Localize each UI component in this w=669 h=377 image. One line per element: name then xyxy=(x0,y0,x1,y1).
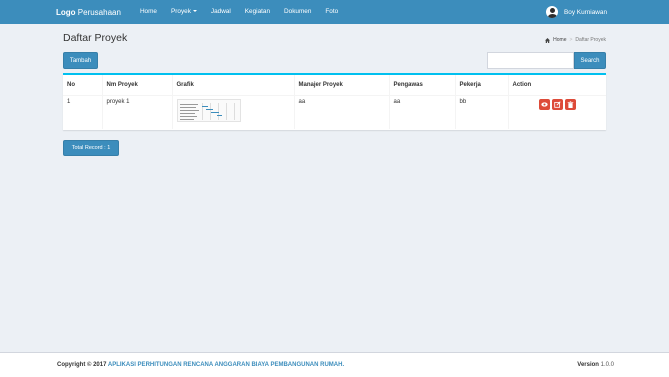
breadcrumb-home[interactable]: Home xyxy=(553,37,566,43)
cell-grafik xyxy=(172,95,295,129)
cell-pekerja: bb xyxy=(455,95,509,129)
cell-pengawas: aa xyxy=(389,95,456,129)
nav-jadwal[interactable]: Jadwal xyxy=(204,0,238,24)
main-nav: Home Proyek Jadwal Kegiatan Dokumen Foto xyxy=(133,0,345,24)
edit-icon xyxy=(554,100,561,108)
copyright-text: Copyright © 2017 xyxy=(57,362,107,368)
footer: Copyright © 2017 APLIKASI PERHITUNGAN RE… xyxy=(0,352,669,377)
add-button[interactable]: Tambah xyxy=(63,52,98,69)
edit-button[interactable] xyxy=(551,98,563,110)
brand-rest: Perusahaan xyxy=(77,7,121,17)
project-table-box: No Nm Proyek Grafik Manajer Proyek Penga… xyxy=(63,73,606,130)
project-table: No Nm Proyek Grafik Manajer Proyek Penga… xyxy=(63,75,606,129)
col-grafik: Grafik xyxy=(172,75,295,96)
cell-action xyxy=(508,95,606,129)
nav-kegiatan[interactable]: Kegiatan xyxy=(238,0,277,24)
page-title: Daftar Proyek xyxy=(63,32,128,44)
cell-no: 1 xyxy=(63,95,103,129)
col-pengawas: Pengawas xyxy=(389,75,456,96)
footer-version: Version 1.0.0 xyxy=(577,362,614,368)
brand-logo[interactable]: Logo Perusahaan xyxy=(56,8,121,17)
eye-icon xyxy=(541,101,548,107)
footer-copyright: Copyright © 2017 APLIKASI PERHITUNGAN RE… xyxy=(57,362,344,368)
breadcrumb: Home > Daftar Proyek xyxy=(545,37,606,43)
user-avatar-icon xyxy=(546,6,559,18)
nav-foto[interactable]: Foto xyxy=(318,0,345,24)
breadcrumb-current: Daftar Proyek xyxy=(575,37,606,43)
col-manajer: Manajer Proyek xyxy=(294,75,390,96)
version-label: Version xyxy=(577,362,599,368)
home-icon xyxy=(545,37,551,43)
nav-dokumen[interactable]: Dokumen xyxy=(277,0,318,24)
top-navbar: Logo Perusahaan Home Proyek Jadwal Kegia… xyxy=(0,0,669,24)
col-action: Action xyxy=(508,75,606,96)
col-nm-proyek: Nm Proyek xyxy=(102,75,173,96)
user-menu[interactable]: Boy Kurniawan xyxy=(546,0,607,24)
nav-home[interactable]: Home xyxy=(133,0,164,24)
brand-bold: Logo xyxy=(56,7,76,17)
cell-nm-proyek: proyek 1 xyxy=(102,95,173,129)
total-record-button[interactable]: Total Record : 1 xyxy=(63,140,119,156)
breadcrumb-separator: > xyxy=(569,37,573,43)
delete-button[interactable] xyxy=(564,98,576,110)
col-no: No xyxy=(63,75,103,96)
nav-proyek-label: Proyek xyxy=(171,8,191,15)
table-header-row: No Nm Proyek Grafik Manajer Proyek Penga… xyxy=(63,75,606,96)
cell-manajer: aa xyxy=(294,95,390,129)
gantt-chart-thumbnail[interactable] xyxy=(176,98,241,122)
user-name: Boy Kurniawan xyxy=(564,8,607,16)
caret-down-icon xyxy=(192,10,197,13)
col-pekerja: Pekerja xyxy=(455,75,509,96)
search-button[interactable]: Search xyxy=(574,52,606,69)
version-value: 1.0.0 xyxy=(600,362,614,368)
trash-icon xyxy=(567,100,574,108)
view-button[interactable] xyxy=(538,98,550,110)
search-input[interactable] xyxy=(487,52,574,69)
app-name-link[interactable]: APLIKASI PERHITUNGAN RENCANA ANGGARAN BI… xyxy=(108,362,344,368)
action-buttons xyxy=(513,98,603,110)
nav-proyek[interactable]: Proyek xyxy=(164,0,204,24)
table-row: 1 proyek 1 aa aa bb xyxy=(63,95,606,129)
